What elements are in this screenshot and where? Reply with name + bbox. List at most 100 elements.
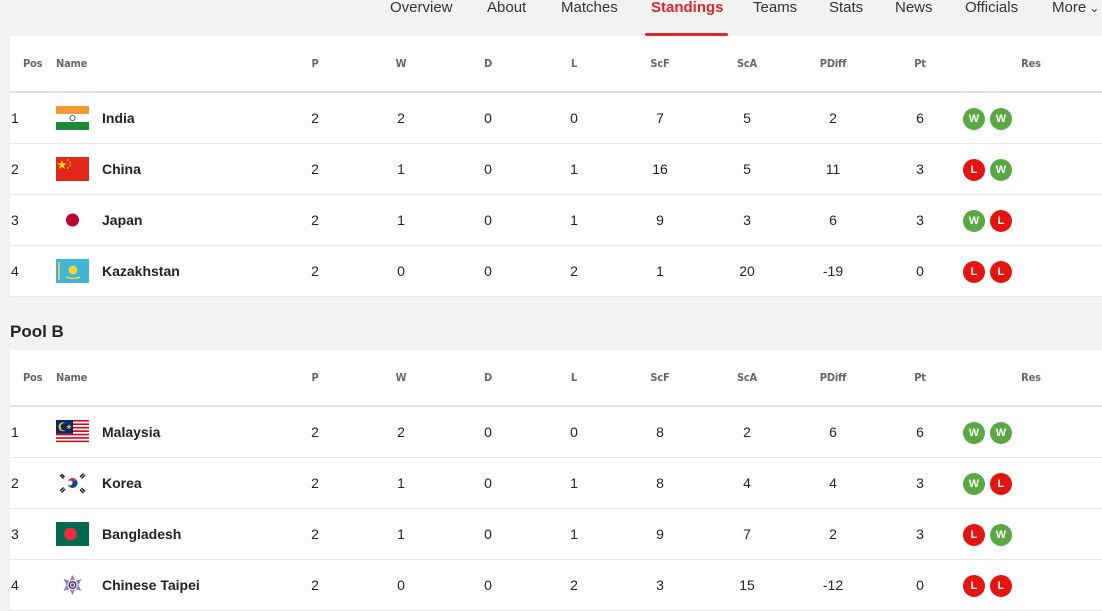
header-pt[interactable]: Pt xyxy=(890,36,950,91)
header-sca[interactable]: ScA xyxy=(717,350,777,405)
table-row[interactable]: 3 Bangladesh 2 1 0 1 9 7 2 3 L W xyxy=(10,509,1102,560)
header-pdiff[interactable]: PDiff xyxy=(803,350,863,405)
w-cell: 0 xyxy=(397,263,405,279)
l-cell: 2 xyxy=(570,577,578,593)
team-name[interactable]: Malaysia xyxy=(102,407,160,457)
tab-overview[interactable]: Overview xyxy=(390,0,453,16)
header-w[interactable]: W xyxy=(371,350,431,405)
pt-cell: 0 xyxy=(916,577,924,593)
loss-badge[interactable]: L xyxy=(990,261,1012,283)
header-pdiff[interactable]: PDiff xyxy=(803,36,863,91)
scf-cell: 8 xyxy=(656,424,664,440)
tab-more-label: More xyxy=(1052,0,1087,16)
header-name[interactable]: Name xyxy=(56,350,87,405)
team-name[interactable]: India xyxy=(102,93,135,143)
table-row[interactable]: 1 Malaysia 2 2 0 0 8 2 6 6 W W xyxy=(10,407,1102,458)
header-pt[interactable]: Pt xyxy=(890,350,950,405)
loss-badge[interactable]: L xyxy=(963,159,985,181)
team-name[interactable]: Japan xyxy=(102,195,142,245)
korea-flag-icon xyxy=(56,471,89,495)
header-w[interactable]: W xyxy=(371,36,431,91)
loss-badge[interactable]: L xyxy=(963,261,985,283)
bangladesh-flag-icon xyxy=(56,522,89,546)
loss-badge[interactable]: L xyxy=(963,575,985,597)
tab-about[interactable]: About xyxy=(487,0,526,16)
win-badge[interactable]: W xyxy=(963,473,985,495)
sca-cell: 5 xyxy=(743,110,751,126)
header-d[interactable]: D xyxy=(458,36,518,91)
table-row[interactable]: 1 India 2 2 0 0 7 5 2 6 W W xyxy=(10,93,1102,144)
pos-cell: 3 xyxy=(11,526,19,542)
loss-badge[interactable]: L xyxy=(990,575,1012,597)
win-badge[interactable]: W xyxy=(990,159,1012,181)
tab-standings[interactable]: Standings xyxy=(651,0,724,16)
d-cell: 0 xyxy=(484,526,492,542)
pt-cell: 6 xyxy=(916,110,924,126)
win-badge[interactable]: W xyxy=(963,108,985,130)
header-pos[interactable]: Pos xyxy=(23,350,43,405)
loss-badge[interactable]: L xyxy=(990,473,1012,495)
d-cell: 0 xyxy=(484,263,492,279)
p-cell: 2 xyxy=(311,110,319,126)
china-flag-icon xyxy=(56,157,89,181)
header-scf[interactable]: ScF xyxy=(630,350,690,405)
win-badge[interactable]: W xyxy=(990,422,1012,444)
team-name[interactable]: Korea xyxy=(102,458,142,508)
header-res[interactable]: Res xyxy=(1001,350,1061,405)
l-cell: 0 xyxy=(570,424,578,440)
table-row[interactable]: 2 China 2 1 0 1 16 5 11 3 L W xyxy=(10,144,1102,195)
p-cell: 2 xyxy=(311,424,319,440)
header-p[interactable]: P xyxy=(285,350,345,405)
win-badge[interactable]: W xyxy=(963,422,985,444)
scf-cell: 16 xyxy=(652,161,668,177)
team-name[interactable]: China xyxy=(102,144,141,194)
win-badge[interactable]: W xyxy=(963,210,985,232)
header-d[interactable]: D xyxy=(458,350,518,405)
sca-cell: 2 xyxy=(743,424,751,440)
team-name[interactable]: Chinese Taipei xyxy=(102,560,200,610)
pos-cell: 4 xyxy=(11,577,19,593)
pos-cell: 2 xyxy=(11,161,19,177)
table-row[interactable]: 2 Korea 2 1 0 1 8 4 4 3 W L xyxy=(10,458,1102,509)
tab-news[interactable]: News xyxy=(895,0,933,16)
sca-cell: 4 xyxy=(743,475,751,491)
l-cell: 1 xyxy=(570,212,578,228)
header-l[interactable]: L xyxy=(544,350,604,405)
tab-more[interactable]: More ⌄ xyxy=(1052,0,1099,16)
team-name[interactable]: Bangladesh xyxy=(102,509,181,559)
l-cell: 1 xyxy=(570,475,578,491)
header-name[interactable]: Name xyxy=(56,36,87,91)
header-l[interactable]: L xyxy=(544,36,604,91)
table-row[interactable]: 3 Japan 2 1 0 1 9 3 6 3 W L xyxy=(10,195,1102,246)
table-row[interactable]: 4 Kazakhstan 2 0 0 2 1 20 -19 0 L L xyxy=(10,246,1102,297)
header-p[interactable]: P xyxy=(285,36,345,91)
scf-cell: 3 xyxy=(656,577,664,593)
header-scf[interactable]: ScF xyxy=(630,36,690,91)
p-cell: 2 xyxy=(311,577,319,593)
top-nav: Overview About Matches Standings Teams S… xyxy=(0,0,1102,36)
tab-matches[interactable]: Matches xyxy=(561,0,618,16)
team-name[interactable]: Kazakhstan xyxy=(102,246,180,296)
loss-badge[interactable]: L xyxy=(990,210,1012,232)
pos-cell: 4 xyxy=(11,263,19,279)
chevron-down-icon: ⌄ xyxy=(1089,1,1100,15)
w-cell: 2 xyxy=(397,110,405,126)
win-badge[interactable]: W xyxy=(990,524,1012,546)
loss-badge[interactable]: L xyxy=(963,524,985,546)
pt-cell: 3 xyxy=(916,526,924,542)
pool-a-table: Pos Name P W D L ScF ScA PDiff Pt Res 1 India 2 2 0 0 7 5 2… xyxy=(10,36,1102,297)
tab-officials[interactable]: Officials xyxy=(965,0,1018,16)
tab-teams[interactable]: Teams xyxy=(753,0,797,16)
d-cell: 0 xyxy=(484,212,492,228)
pdiff-cell: -19 xyxy=(822,263,844,279)
table-row[interactable]: 4 Chinese Taipei 2 0 0 2 3 15 -12 0 L L xyxy=(10,560,1102,611)
pt-cell: 3 xyxy=(916,475,924,491)
header-pos[interactable]: Pos xyxy=(23,36,43,91)
w-cell: 1 xyxy=(397,212,405,228)
win-badge[interactable]: W xyxy=(990,108,1012,130)
header-res[interactable]: Res xyxy=(1001,36,1061,91)
kazakhstan-flag-icon xyxy=(56,259,89,283)
tab-stats[interactable]: Stats xyxy=(829,0,863,16)
header-sca[interactable]: ScA xyxy=(717,36,777,91)
malaysia-flag-icon xyxy=(56,420,89,444)
